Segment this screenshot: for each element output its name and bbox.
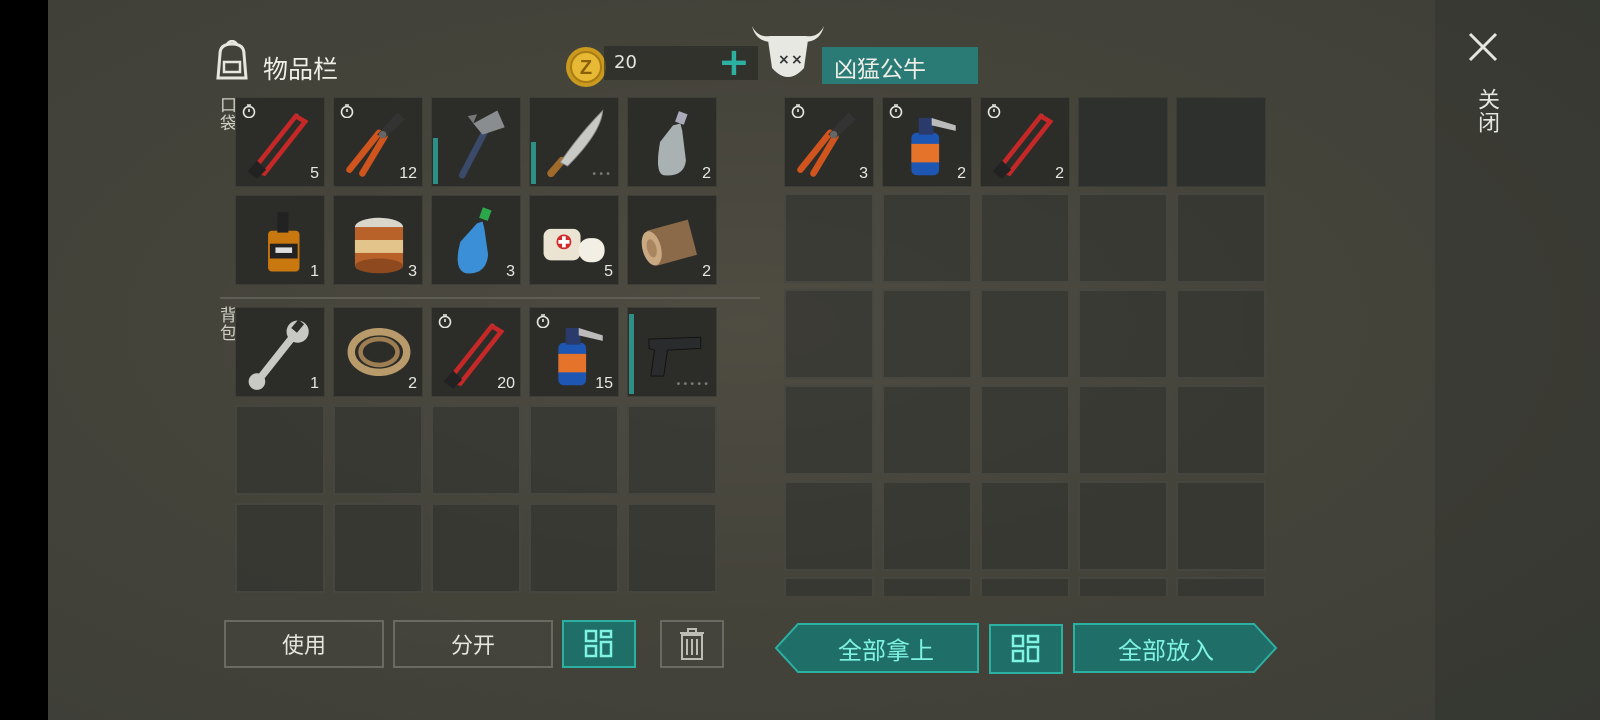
- empty-slot[interactable]: [784, 385, 874, 475]
- empty-slot[interactable]: [1078, 577, 1168, 596]
- sort-inventory-button[interactable]: [562, 620, 636, 668]
- timer-icon: [889, 104, 903, 118]
- empty-slot[interactable]: [980, 289, 1070, 379]
- empty-slot[interactable]: [784, 481, 874, 571]
- timer-icon: [987, 104, 1001, 118]
- empty-slot[interactable]: [1176, 289, 1266, 379]
- take-all-label: 全部拿上: [838, 636, 934, 665]
- take-all-button[interactable]: 全部拿上: [774, 622, 980, 674]
- timer-icon: [791, 104, 805, 118]
- use-button[interactable]: 使用: [224, 620, 384, 668]
- empty-slot[interactable]: [980, 577, 1070, 596]
- item-count: 2: [1055, 165, 1064, 182]
- empty-slot[interactable]: [784, 289, 874, 379]
- item-count: 2: [957, 165, 966, 182]
- empty-slot[interactable]: [980, 385, 1070, 475]
- empty-slot[interactable]: [1078, 481, 1168, 571]
- trash-icon: [680, 628, 704, 660]
- empty-slot[interactable]: [784, 193, 874, 283]
- inventory-slot[interactable]: 2: [980, 97, 1070, 187]
- empty-slot[interactable]: [1176, 385, 1266, 475]
- container-grid: 3 2 2: [48, 0, 1600, 596]
- trash-button[interactable]: [660, 620, 724, 668]
- inventory-slot[interactable]: 2: [882, 97, 972, 187]
- empty-slot[interactable]: [980, 193, 1070, 283]
- empty-slot[interactable]: [784, 577, 874, 596]
- empty-slot[interactable]: [1078, 289, 1168, 379]
- empty-slot[interactable]: [1176, 97, 1266, 187]
- close-label[interactable]: 关闭: [1470, 88, 1502, 134]
- empty-slot[interactable]: [882, 193, 972, 283]
- put-all-button[interactable]: 全部放入: [1072, 622, 1278, 674]
- empty-slot[interactable]: [882, 385, 972, 475]
- empty-slot[interactable]: [882, 577, 972, 596]
- empty-slot[interactable]: [882, 481, 972, 571]
- sort-container-button[interactable]: [989, 624, 1063, 674]
- empty-slot[interactable]: [882, 289, 972, 379]
- grid-sort-icon: [1011, 634, 1040, 663]
- empty-slot[interactable]: [980, 481, 1070, 571]
- put-all-label: 全部放入: [1118, 636, 1214, 665]
- close-icon[interactable]: [1466, 30, 1500, 64]
- empty-slot[interactable]: [1078, 385, 1168, 475]
- inventory-slot[interactable]: 3: [784, 97, 874, 187]
- game-screen: 物品栏 Z 20 + 口袋 背包 5 12 ••• 2 1 3 3 5 2 1 2 20 15 ••••…: [48, 0, 1600, 720]
- empty-slot[interactable]: [1176, 481, 1266, 571]
- item-count: 3: [859, 165, 868, 182]
- empty-slot[interactable]: [1078, 193, 1168, 283]
- empty-slot[interactable]: [1078, 97, 1168, 187]
- empty-slot[interactable]: [1176, 193, 1266, 283]
- split-button[interactable]: 分开: [393, 620, 553, 668]
- empty-slot[interactable]: [1176, 577, 1266, 596]
- grid-sort-icon: [584, 629, 613, 658]
